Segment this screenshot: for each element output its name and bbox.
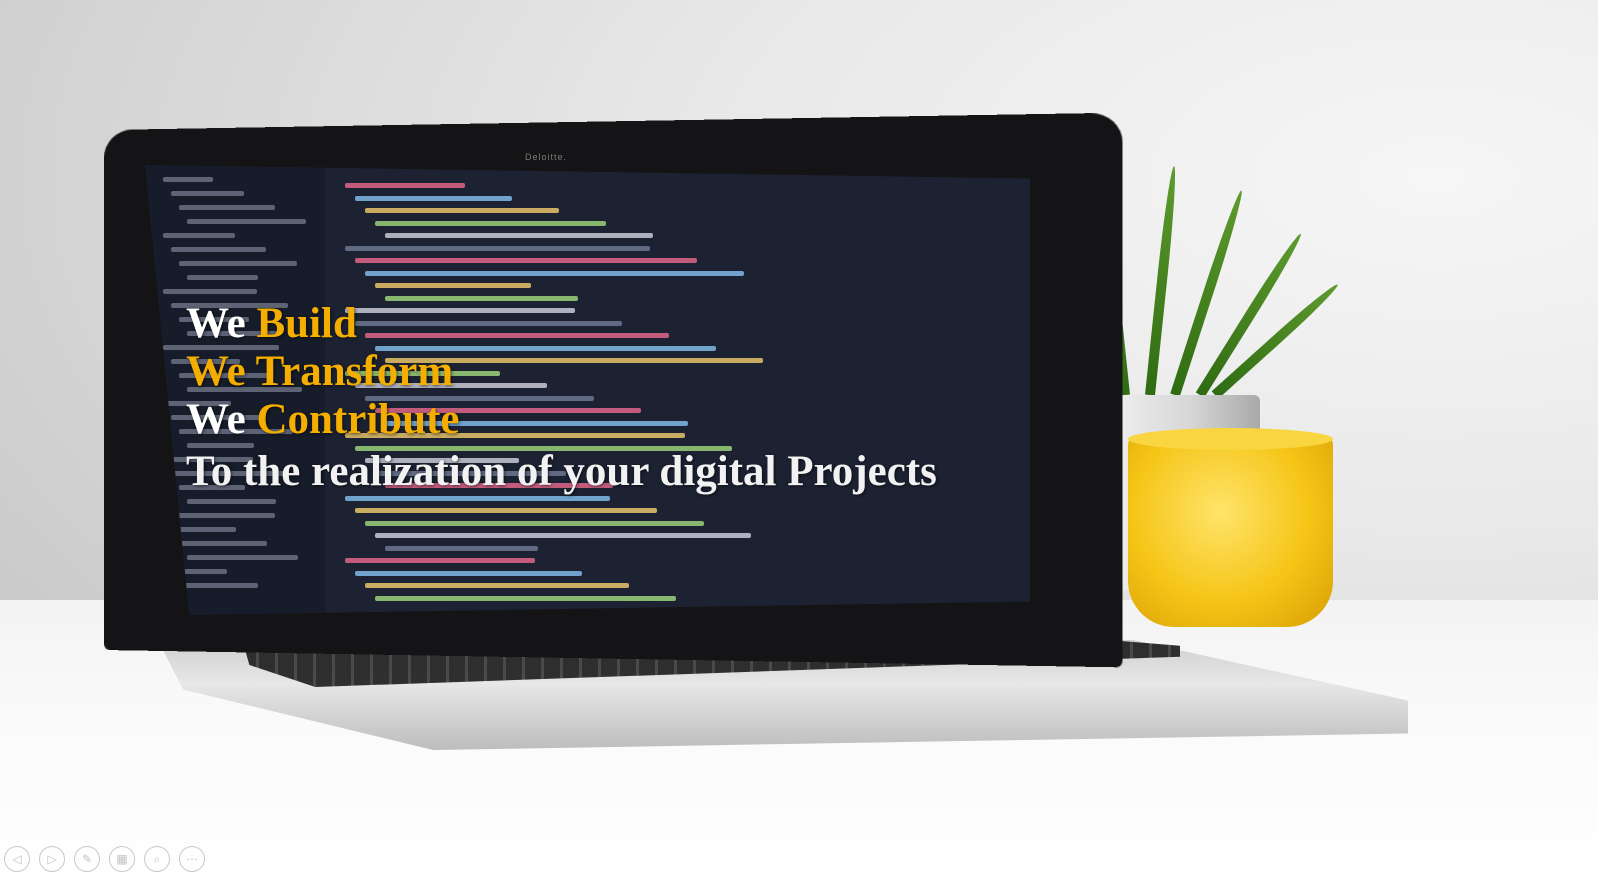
sidebar-line: [163, 289, 257, 294]
cup-rim: [1128, 428, 1333, 450]
code-line: [365, 583, 629, 588]
zoom-button[interactable]: ⌕: [144, 846, 170, 872]
pen-icon: ✎: [81, 852, 93, 866]
grid-icon: ▦: [116, 852, 128, 866]
slide-sorter-button[interactable]: ▦: [109, 846, 135, 872]
previous-slide-button[interactable]: ◁: [4, 846, 30, 872]
code-line: [385, 545, 538, 551]
sidebar-line: [163, 513, 275, 518]
slide-background: Deloitte. We Build We Transform We Contr…: [0, 0, 1598, 890]
headline-line-2: We Transform: [186, 348, 460, 396]
laptop-brand-label: Deloitte.: [525, 152, 568, 162]
code-line: [345, 245, 650, 251]
headline-line-1: We Build: [186, 300, 460, 348]
headline-white: We: [186, 396, 246, 443]
code-line: [355, 508, 657, 513]
headline-orange: Build: [256, 300, 357, 347]
sidebar-line: [179, 205, 275, 210]
sidebar-line: [179, 541, 267, 546]
code-line: [355, 570, 582, 576]
sidebar-line: [187, 499, 276, 504]
sidebar-line: [163, 177, 213, 182]
sidebar-line: [163, 233, 235, 238]
headline-line-3: We Contribute: [186, 396, 460, 444]
magnifier-icon: ⌕: [153, 851, 161, 866]
next-slide-button[interactable]: ▷: [39, 846, 65, 872]
code-line: [375, 595, 676, 601]
code-line: [365, 208, 559, 213]
headline: We Build We Transform We Contribute: [186, 300, 460, 444]
tagline: To the realization of your digital Proje…: [186, 448, 937, 495]
code-line: [365, 520, 704, 526]
code-line: [375, 220, 606, 226]
more-options-button[interactable]: ⋯: [179, 846, 205, 872]
code-line: [345, 183, 465, 188]
headline-orange: We Transform: [186, 348, 454, 395]
ellipsis-icon: ⋯: [186, 852, 198, 866]
code-line: [355, 195, 512, 201]
yellow-cup: [1128, 435, 1333, 627]
code-line: [375, 283, 531, 288]
sidebar-line: [187, 275, 258, 280]
code-line: [345, 558, 535, 563]
chevron-right-icon: ▷: [47, 852, 57, 866]
code-line: [355, 258, 697, 263]
chevron-left-icon: ◁: [12, 852, 22, 866]
sidebar-line: [171, 247, 266, 252]
sidebar-line: [187, 219, 306, 224]
sidebar-line: [179, 261, 297, 266]
pen-tool-button[interactable]: ✎: [74, 846, 100, 872]
code-line: [375, 533, 751, 538]
headline-orange: Contribute: [256, 396, 460, 443]
headline-white: We: [186, 300, 246, 347]
code-line: [365, 270, 744, 276]
code-line: [385, 233, 653, 238]
slideshow-controls: ◁ ▷ ✎ ▦ ⌕ ⋯: [4, 846, 205, 872]
sidebar-line: [187, 555, 298, 560]
sidebar-line: [171, 191, 244, 196]
